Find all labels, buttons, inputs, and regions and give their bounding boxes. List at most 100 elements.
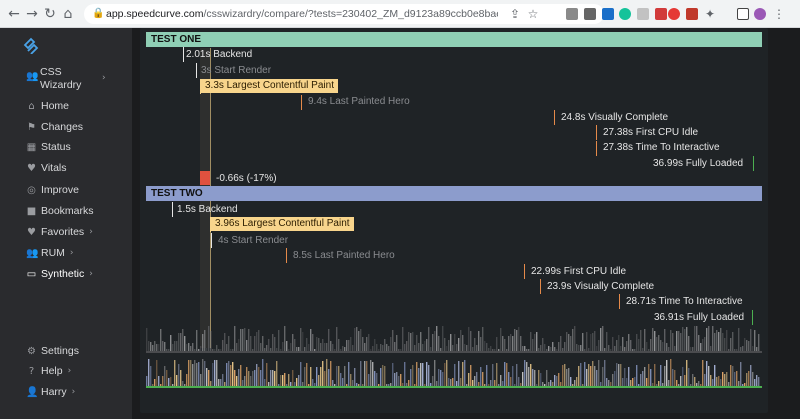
strip-segment [336,327,338,351]
strip-segment [340,373,342,386]
sidebar-item-settings[interactable]: ⚙ Settings [26,343,79,359]
strip-segment [258,367,260,386]
site-chevron[interactable]: › [97,70,106,86]
sidebar-item-home[interactable]: ⌂ Home [26,98,69,114]
strip-segment [394,373,396,386]
sidebar-item-label: Changes [41,121,84,133]
strip-segment [188,343,190,351]
strip-segment [648,349,650,351]
share-icon[interactable]: ⇪ [508,7,522,21]
sidebar-item-favorites[interactable]: ♥ Favorites › [26,224,93,240]
comparison-panel: TEST ONE 2.01s Backend 3s Start Render 3… [140,28,768,413]
extension-icon[interactable] [637,8,649,20]
strip-segment [532,369,534,386]
puzzle-icon[interactable]: ✦ [703,7,717,21]
strip-segment [424,341,426,351]
reload-icon[interactable]: ↻ [42,6,58,22]
strip-segment [546,349,548,351]
strip-segment [508,372,510,386]
strip-segment [720,379,722,386]
profile-avatar[interactable] [754,8,766,20]
strip-segment [616,340,618,351]
back-icon[interactable]: ← [6,6,22,22]
strip-segment [326,343,328,351]
star-icon[interactable]: ☆ [526,7,540,21]
sidebar-item-improve[interactable]: ◎ Improve [26,182,79,198]
home-browser-icon[interactable]: ⌂ [60,6,76,22]
strip-segment [232,362,234,386]
strip-segment [526,362,528,386]
strip-segment [182,381,184,386]
wappalyzer-icon[interactable] [602,8,614,20]
strip-segment [596,370,598,386]
sidebar-item-label: Home [41,100,70,112]
sidebar-item-vitals[interactable]: ♥ Vitals [26,160,66,176]
backend-marker [172,202,173,217]
site-switcher[interactable]: 👥 [26,68,41,84]
strip-segment [634,377,636,386]
strip-segment [366,361,368,386]
strip-segment [252,349,254,351]
sidebar-item-account[interactable]: 👤 Harry › [26,384,75,400]
grammarly-icon[interactable] [619,8,631,20]
strip-segment [756,347,758,351]
strip-segment [668,347,670,351]
strip-segment [268,339,270,351]
strip-segment [528,367,530,386]
strip-segment [416,335,418,351]
test-one-header[interactable]: TEST ONE [146,32,762,47]
abp-icon[interactable] [668,8,680,20]
strip-segment [744,383,746,386]
strip-segment [678,331,680,351]
sidebar-item-rum[interactable]: 👥 RUM › [26,245,74,261]
test-one-waterfall-strip[interactable] [146,323,762,353]
red-extension-icon[interactable] [686,8,698,20]
strip-segment [548,382,550,386]
strip-segment [676,380,678,386]
strip-segment [312,379,314,386]
sidebar-icon[interactable] [737,8,749,20]
strip-segment [556,349,558,351]
strip-segment [598,340,600,351]
strip-segment [504,362,506,386]
sidebar-item-bookmarks[interactable]: ■ Bookmarks [26,203,94,219]
strip-segment [314,349,316,351]
start-render-marker [196,63,197,78]
url-text[interactable]: app.speedcurve.com/csswizardry/compare/?… [106,8,498,22]
strip-segment [576,377,578,386]
strip-segment [712,379,714,386]
pin-icon[interactable] [655,8,667,20]
strip-segment [446,346,448,351]
test-two-header[interactable]: TEST TWO [146,186,762,201]
strip-segment [510,377,512,386]
strip-segment [306,363,308,386]
strip-segment [458,361,460,386]
speedcurve-logo-icon[interactable] [22,36,40,54]
strip-segment [690,347,692,351]
strip-segment [490,346,492,351]
strip-segment [680,376,682,386]
strip-segment [200,346,202,351]
sidebar-item-status[interactable]: ▦ Status [26,139,71,155]
strip-segment [506,349,508,351]
forward-icon[interactable]: → [24,6,40,22]
sidebar-item-help[interactable]: ? Help › [26,363,71,379]
site-label[interactable]: CSS Wizardry [40,66,100,96]
test-two-waterfall-strip[interactable] [146,356,762,388]
strip-segment [426,362,428,386]
strip-segment [690,384,692,386]
strip-segment [544,384,546,386]
camera-icon[interactable] [566,8,578,20]
strip-segment [482,327,484,351]
lock-icon[interactable]: 🔒 [92,8,104,20]
menu-icon[interactable]: ⋮ [772,7,786,21]
sidebar-item-changes[interactable]: ⚑ Changes [26,119,83,135]
strip-segment [682,327,684,351]
strip-segment [214,349,216,351]
strip-segment [348,340,350,351]
strip-segment [680,333,682,351]
sidebar-item-synthetic[interactable]: ▭ Synthetic › [26,266,93,282]
cast-icon[interactable] [584,8,596,20]
strip-segment [640,374,642,386]
strip-segment [212,363,214,386]
